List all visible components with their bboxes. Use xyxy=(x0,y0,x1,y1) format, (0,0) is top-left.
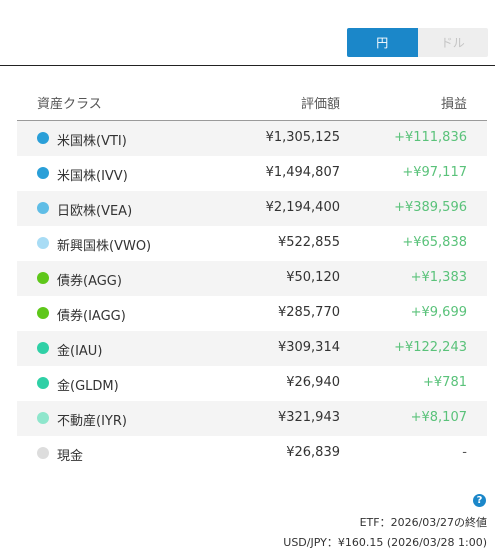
asset-profit-loss: +¥389,596 xyxy=(394,200,467,215)
asset-profit-loss: - xyxy=(462,445,467,460)
table-header: 資産クラス 評価額 損益 xyxy=(17,93,487,113)
asset-profit-loss: +¥8,107 xyxy=(410,410,467,425)
table-row: 債券(IAGG) ¥285,770 +¥9,699 xyxy=(17,296,487,331)
asset-valuation: ¥26,839 xyxy=(286,445,340,460)
asset-class-name: 金(GLDM) xyxy=(57,379,119,394)
dollar-toggle-button[interactable]: ドル xyxy=(417,28,488,57)
asset-color-dot xyxy=(37,237,49,249)
asset-class-name: 米国株(IVV) xyxy=(57,169,128,184)
asset-color-dot xyxy=(37,272,49,284)
table-row: 金(IAU) ¥309,314 +¥122,243 xyxy=(17,331,487,366)
table-row: 債券(AGG) ¥50,120 +¥1,383 xyxy=(17,261,487,296)
asset-valuation: ¥309,314 xyxy=(277,340,340,355)
etf-price-note: ETF：2026/03/27の終値 xyxy=(359,516,487,529)
asset-class-name: 不動産(IYR) xyxy=(57,414,127,429)
table-row: 新興国株(VWO) ¥522,855 +¥65,838 xyxy=(17,226,487,261)
asset-class-name: 米国株(VTI) xyxy=(57,134,127,149)
asset-class-name: 新興国株(VWO) xyxy=(57,239,152,254)
top-divider xyxy=(0,65,495,66)
asset-valuation: ¥321,943 xyxy=(277,410,340,425)
asset-profit-loss: +¥9,699 xyxy=(410,305,467,320)
asset-color-dot xyxy=(37,342,49,354)
asset-profit-loss: +¥97,117 xyxy=(402,165,467,180)
asset-class-name: 債券(IAGG) xyxy=(57,309,126,324)
table-row: 米国株(VTI) ¥1,305,125 +¥111,836 xyxy=(17,121,487,156)
asset-table: 米国株(VTI) ¥1,305,125 +¥111,836 米国株(IVV) ¥… xyxy=(17,121,487,471)
asset-color-dot xyxy=(37,377,49,389)
asset-valuation: ¥1,305,125 xyxy=(265,130,340,145)
currency-toggle: 円 ドル xyxy=(347,28,488,57)
help-icon[interactable]: ? xyxy=(473,494,486,507)
asset-class-name: 債券(AGG) xyxy=(57,274,122,289)
asset-color-dot xyxy=(37,167,49,179)
asset-color-dot xyxy=(37,447,49,459)
asset-color-dot xyxy=(37,202,49,214)
yen-toggle-button[interactable]: 円 xyxy=(347,28,418,57)
table-row: 金(GLDM) ¥26,940 +¥781 xyxy=(17,366,487,401)
asset-valuation: ¥2,194,400 xyxy=(265,200,340,215)
asset-valuation: ¥26,940 xyxy=(286,375,340,390)
header-profit-loss: 損益 xyxy=(440,97,467,112)
asset-class-name: 現金 xyxy=(57,449,84,464)
asset-valuation: ¥50,120 xyxy=(286,270,340,285)
asset-valuation: ¥285,770 xyxy=(277,305,340,320)
asset-class-name: 金(IAU) xyxy=(57,344,103,359)
asset-profit-loss: +¥122,243 xyxy=(394,340,467,355)
header-asset-class: 資産クラス xyxy=(37,97,102,112)
asset-profit-loss: +¥1,383 xyxy=(410,270,467,285)
table-row: 不動産(IYR) ¥321,943 +¥8,107 xyxy=(17,401,487,436)
asset-profit-loss: +¥111,836 xyxy=(394,130,467,145)
header-valuation: 評価額 xyxy=(300,97,340,112)
fx-rate-note: USD/JPY：¥160.15 (2026/03/28 1:00) xyxy=(283,536,487,549)
asset-profit-loss: +¥65,838 xyxy=(402,235,467,250)
asset-valuation: ¥1,494,807 xyxy=(265,165,340,180)
asset-profit-loss: +¥781 xyxy=(423,375,467,390)
asset-color-dot xyxy=(37,307,49,319)
table-row: 日欧株(VEA) ¥2,194,400 +¥389,596 xyxy=(17,191,487,226)
asset-color-dot xyxy=(37,132,49,144)
asset-color-dot xyxy=(37,412,49,424)
table-row: 米国株(IVV) ¥1,494,807 +¥97,117 xyxy=(17,156,487,191)
asset-class-name: 日欧株(VEA) xyxy=(57,204,133,219)
asset-valuation: ¥522,855 xyxy=(277,235,340,250)
table-row: 現金 ¥26,839 - xyxy=(17,436,487,471)
